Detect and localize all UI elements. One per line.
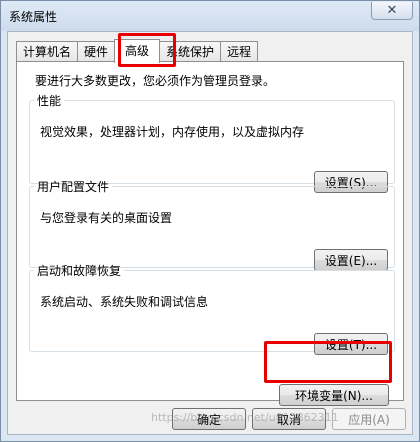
performance-group: 性能 视觉效果，处理器计划，内存使用，以及虚拟内存 设置(S)... <box>29 92 395 193</box>
close-icon: ✕ <box>386 3 398 18</box>
performance-title: 性能 <box>37 94 62 108</box>
advanced-tab-panel: 要进行大多数更改，您必须作为管理员登录。 性能 视觉效果，处理器计划，内存使用，… <box>16 61 404 406</box>
user-profiles-description: 与您登录有关的桌面设置 <box>40 211 173 225</box>
dialog-client-area: 计算机名 硬件 高级 系统保护 远程 要进行大多数更改，您必须作为管理员登录。 … <box>7 31 413 435</box>
performance-description: 视觉效果，处理器计划，内存使用，以及虚拟内存 <box>40 125 305 139</box>
startup-recovery-settings-button[interactable]: 设置(T)... <box>314 333 388 355</box>
tab-hardware[interactable]: 硬件 <box>77 41 116 62</box>
title-bar[interactable]: 系统属性 ✕ <box>1 1 419 31</box>
tab-strip: 计算机名 硬件 高级 系统保护 远程 <box>16 38 259 63</box>
startup-recovery-title: 启动和故障恢复 <box>37 264 122 278</box>
close-button[interactable]: ✕ <box>371 2 413 20</box>
apply-button[interactable]: 应用(A) <box>332 408 406 430</box>
system-properties-window: 系统属性 ✕ 计算机名 硬件 高级 系统保护 远程 要进行大多数更改，您必须作为… <box>0 0 420 442</box>
startup-recovery-group: 启动和故障恢复 系统启动、系统失败和调试信息 设置(T)... <box>29 262 395 355</box>
tab-computer-name[interactable]: 计算机名 <box>16 41 79 62</box>
tab-advanced[interactable]: 高级 <box>114 39 161 63</box>
tab-remote[interactable]: 远程 <box>220 41 259 62</box>
admin-notice: 要进行大多数更改，您必须作为管理员登录。 <box>35 74 276 88</box>
watermark: https://blog.csdn.net/u012862311 <box>151 411 339 424</box>
tab-system-protection[interactable]: 系统保护 <box>159 41 222 62</box>
startup-recovery-description: 系统启动、系统失败和调试信息 <box>40 295 209 309</box>
user-profiles-title: 用户配置文件 <box>37 180 110 194</box>
window-title: 系统属性 <box>9 10 58 24</box>
environment-variables-button[interactable]: 环境变量(N)... <box>279 384 389 406</box>
user-profiles-group: 用户配置文件 与您登录有关的桌面设置 设置(E)... <box>29 178 395 271</box>
